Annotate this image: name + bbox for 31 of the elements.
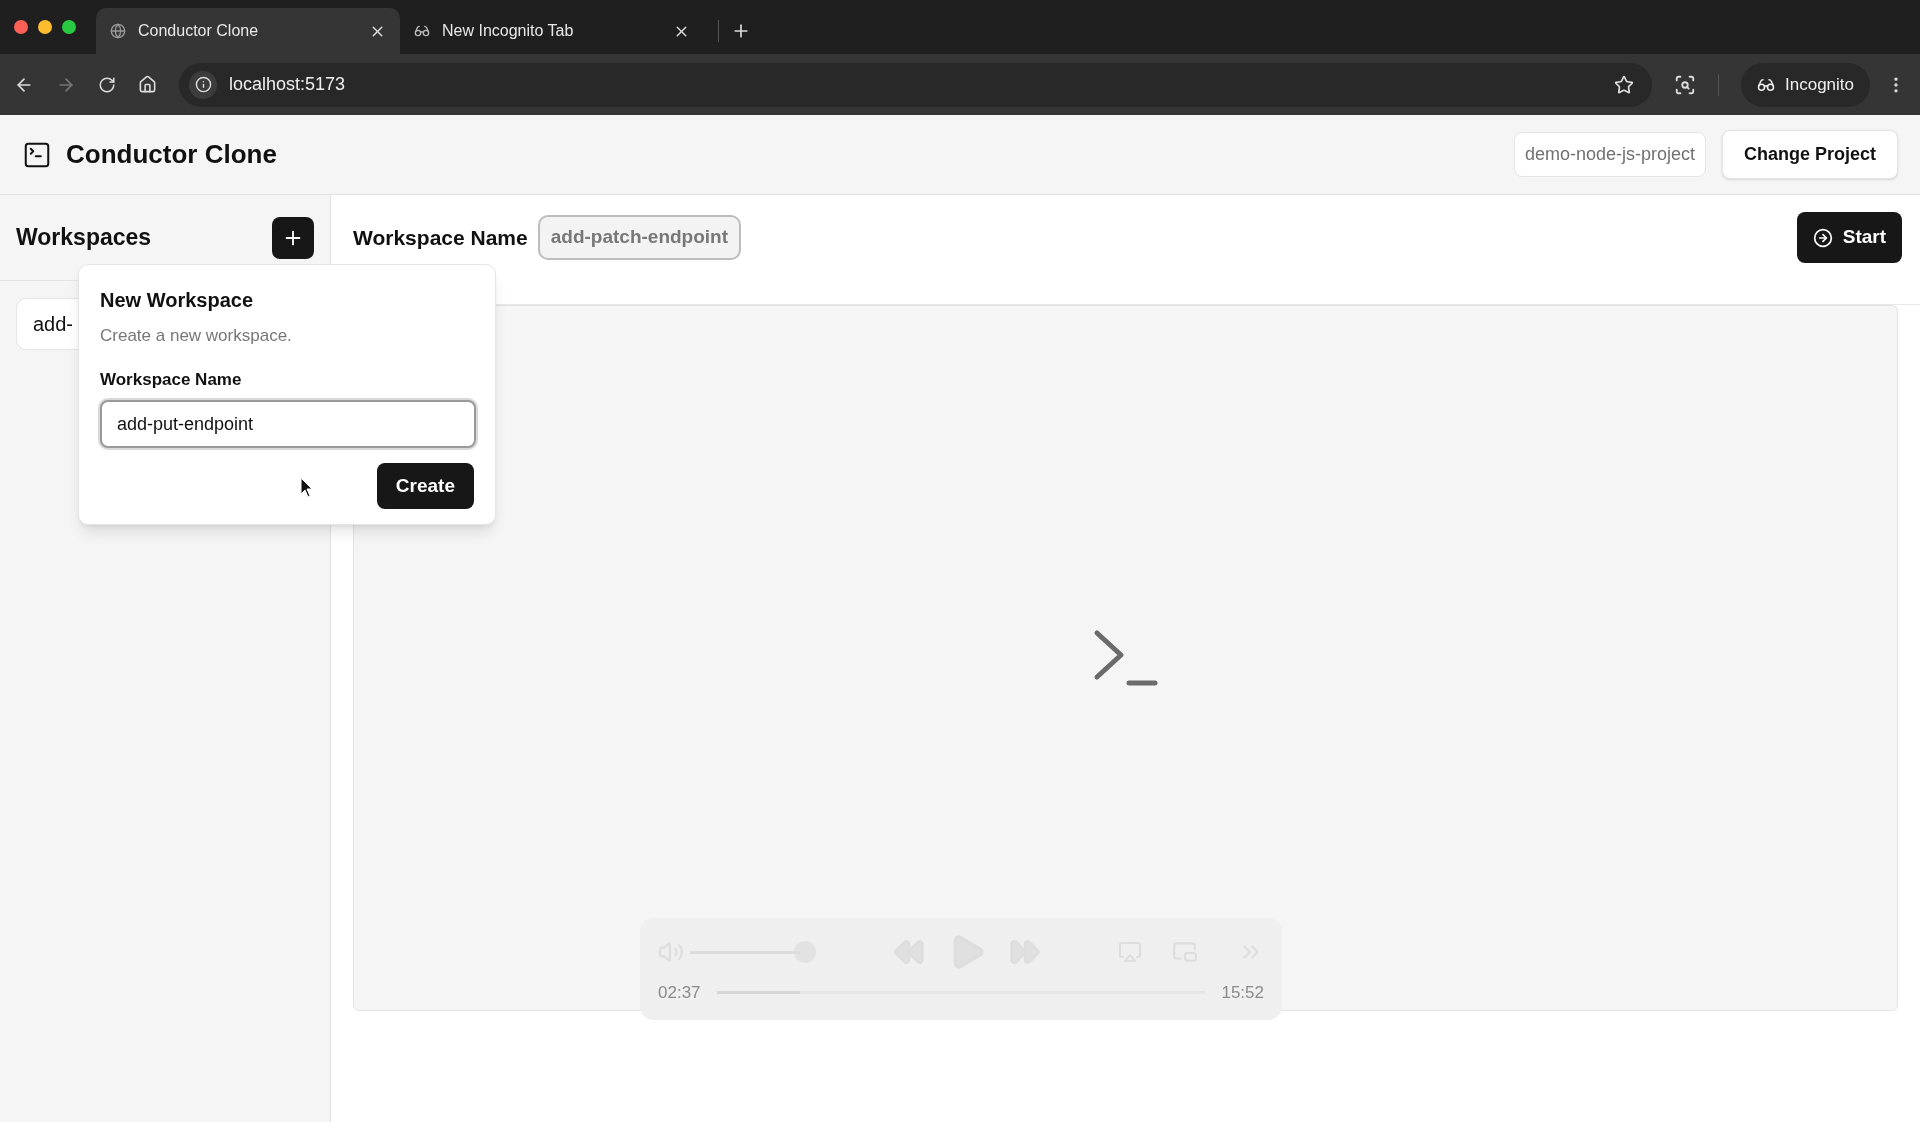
- workspace-name-label: Workspace Name: [353, 224, 528, 251]
- change-project-button[interactable]: Change Project: [1721, 130, 1898, 179]
- reload-icon[interactable]: [98, 75, 116, 94]
- workspace-name-badge: add-patch-endpoint: [537, 215, 741, 260]
- mouse-pointer-icon: [300, 477, 314, 499]
- url-text: localhost:5173: [229, 73, 347, 96]
- page-search-icon[interactable]: [1674, 73, 1696, 96]
- popover-description: Create a new workspace.: [100, 325, 293, 347]
- workspace-name-input[interactable]: add-put-endpoint: [100, 400, 476, 448]
- incognito-profile-button[interactable]: Incognito: [1741, 62, 1870, 107]
- tab-title: New Incognito Tab: [442, 21, 575, 41]
- incognito-icon: [414, 23, 430, 39]
- info-icon[interactable]: [194, 76, 212, 93]
- field-label: Workspace Name: [100, 368, 243, 391]
- app-title: Conductor Clone: [66, 138, 278, 171]
- home-icon[interactable]: [138, 75, 157, 94]
- browser-tab[interactable]: Conductor Clone: [96, 8, 400, 54]
- sidebar-title: Workspaces: [16, 223, 152, 253]
- bookmark-star-icon[interactable]: [1614, 74, 1634, 95]
- terminal-prompt-icon: [1092, 629, 1159, 687]
- globe-icon: [110, 23, 126, 39]
- create-button[interactable]: Create: [376, 463, 474, 509]
- address-bar[interactable]: localhost:5173: [179, 62, 1652, 107]
- project-badge: demo-node-js-project: [1513, 132, 1706, 177]
- popover-title: New Workspace: [100, 288, 255, 313]
- start-button[interactable]: Start: [1796, 212, 1902, 263]
- browser-tab[interactable]: New Incognito Tab: [400, 8, 704, 54]
- tab-title: Conductor Clone: [138, 21, 260, 41]
- duration-time: 15:52: [1221, 982, 1264, 1004]
- elapsed-time: 02:37: [658, 982, 701, 1004]
- add-workspace-button[interactable]: [272, 216, 314, 259]
